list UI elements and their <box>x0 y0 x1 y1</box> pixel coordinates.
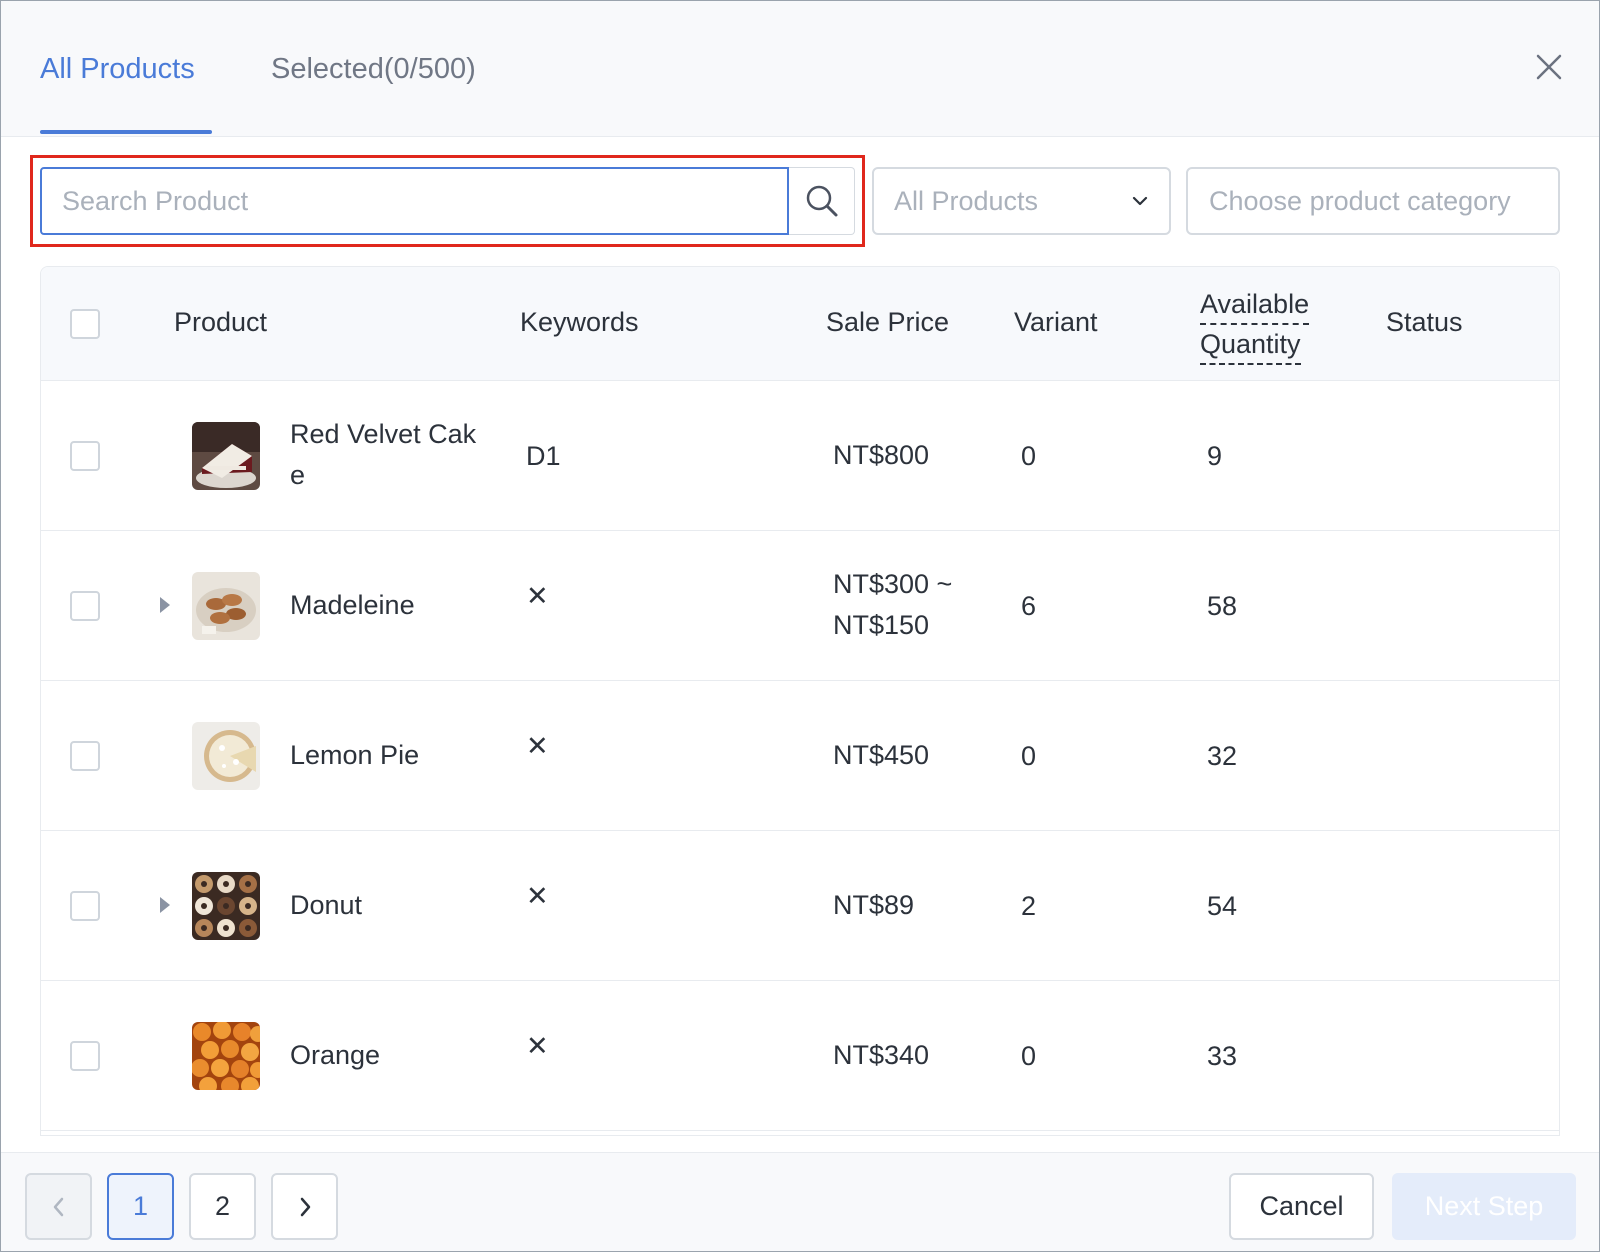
tab-all-products[interactable]: All Products <box>40 47 195 91</box>
products-table: Product Keywords Sale Price Variant Avai… <box>40 266 1560 1136</box>
product-keywords: ✕ <box>526 1031 549 1061</box>
product-name: Red Velvet Cak e <box>290 419 477 490</box>
product-available-quantity: 33 <box>1207 1041 1238 1071</box>
product-price: NT$89 <box>833 890 915 920</box>
product-thumbnail <box>192 572 260 640</box>
column-header-sale-price: Sale Price <box>826 307 950 337</box>
prev-page-button[interactable] <box>25 1173 92 1240</box>
next-page-button[interactable] <box>271 1173 338 1240</box>
product-picker-modal: All Products Selected(0/500) All Product… <box>0 0 1600 1252</box>
product-available-quantity: 9 <box>1207 441 1223 471</box>
chevron-left-icon <box>53 1197 63 1216</box>
product-available-quantity: 58 <box>1207 591 1238 621</box>
product-keywords: ✕ <box>526 581 549 611</box>
product-variant-count: 0 <box>1021 741 1037 771</box>
product-name: Madeleine <box>290 590 415 620</box>
chevron-right-icon <box>300 1197 310 1216</box>
product-thumbnail <box>192 422 260 490</box>
table-row[interactable]: Lemon Pie ✕ NT$450 0 32 <box>41 681 1559 831</box>
modal-header: All Products Selected(0/500) <box>1 1 1599 137</box>
product-available-quantity: 32 <box>1207 741 1238 771</box>
table-row[interactable]: Donut ✕ NT$89 2 54 <box>41 831 1559 981</box>
product-price: NT$800 <box>833 440 930 470</box>
row-checkbox[interactable] <box>70 591 100 621</box>
tab-selected[interactable]: Selected(0/500) <box>271 47 476 91</box>
product-variant-count: 6 <box>1021 591 1037 621</box>
column-header-product: Product <box>174 307 268 337</box>
category-select[interactable]: Choose product category <box>1186 167 1560 235</box>
close-icon <box>1536 54 1562 80</box>
product-price: NT$300 ~ NT$150 <box>833 569 953 640</box>
product-keywords: D1 <box>526 441 561 471</box>
table-header: Product Keywords Sale Price Variant Avai… <box>41 267 1559 381</box>
select-all-checkbox[interactable] <box>70 309 100 339</box>
column-header-status: Status <box>1386 307 1463 337</box>
category-select-placeholder: Choose product category <box>1209 185 1511 216</box>
product-keywords: ✕ <box>526 881 549 911</box>
product-thumbnail <box>192 722 260 790</box>
column-header-available-quantity[interactable]: Available Quantity <box>1200 285 1310 365</box>
product-keywords: ✕ <box>526 731 549 761</box>
table-row[interactable]: Madeleine ✕ NT$300 ~ NT$150 6 58 <box>41 531 1559 681</box>
product-variant-count: 0 <box>1021 1041 1037 1071</box>
page-button-1[interactable]: 1 <box>107 1173 174 1240</box>
product-variant-count: 0 <box>1021 441 1037 471</box>
product-thumbnail <box>192 1022 260 1090</box>
row-checkbox[interactable] <box>70 741 100 771</box>
column-header-variant: Variant <box>1014 307 1098 337</box>
chevron-down-icon <box>1132 196 1148 206</box>
caret-right-icon[interactable] <box>157 894 173 916</box>
close-button[interactable] <box>1527 45 1571 89</box>
active-tab-indicator <box>40 130 212 134</box>
product-name: Orange <box>290 1040 381 1070</box>
product-thumbnail <box>192 872 260 940</box>
search-input[interactable] <box>40 167 789 235</box>
product-variant-count: 2 <box>1021 891 1037 921</box>
page-button-2[interactable]: 2 <box>189 1173 256 1240</box>
table-row[interactable]: Red Velvet Cak e D1 NT$800 0 9 <box>41 381 1559 531</box>
product-name: Donut <box>290 890 363 920</box>
product-price: NT$450 <box>833 740 930 770</box>
product-name: Lemon Pie <box>290 740 420 770</box>
column-header-keywords: Keywords <box>520 307 639 337</box>
next-step-button[interactable]: Next Step <box>1392 1173 1576 1240</box>
row-checkbox[interactable] <box>70 1041 100 1071</box>
product-price: NT$340 <box>833 1040 930 1070</box>
search-button[interactable] <box>789 167 855 235</box>
product-filter-value: All Products <box>894 185 1039 216</box>
product-available-quantity: 54 <box>1207 891 1238 921</box>
table-row[interactable]: Orange ✕ NT$340 0 33 <box>41 981 1559 1131</box>
cancel-button[interactable]: Cancel <box>1229 1173 1374 1240</box>
caret-right-icon[interactable] <box>157 594 173 616</box>
search-icon <box>806 185 837 217</box>
product-filter-select[interactable]: All Products <box>872 167 1171 235</box>
row-checkbox[interactable] <box>70 441 100 471</box>
modal-footer: 1 2 Cancel Next Step <box>1 1152 1599 1251</box>
row-checkbox[interactable] <box>70 891 100 921</box>
